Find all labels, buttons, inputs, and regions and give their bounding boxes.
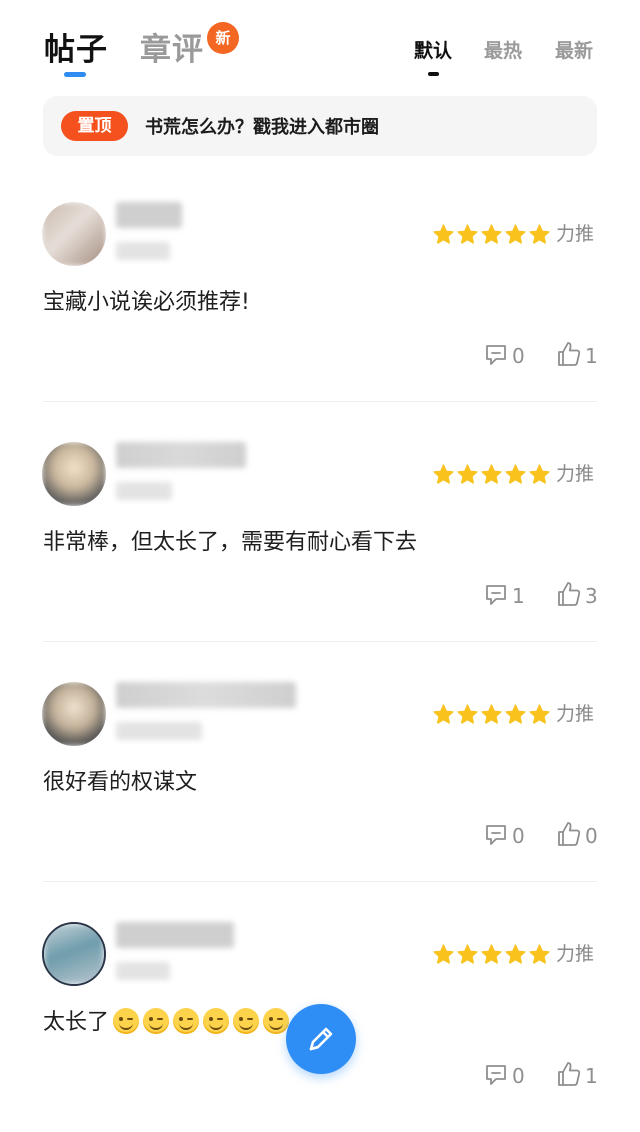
active-tab-indicator [64,72,86,77]
user-meta-blurred [116,722,202,740]
reply-count: 0 [512,344,525,368]
thumbs-up-icon[interactable] [556,580,582,608]
comment-item: 力推 非常棒，但太长了，需要有耐心看下去 1 3 [0,412,640,652]
comment-bubble-icon[interactable] [483,342,509,368]
like-count: 1 [585,1064,598,1088]
user-meta-blurred [116,242,170,260]
reply-count: 1 [512,584,525,608]
divider [43,401,597,402]
sort-default[interactable]: 默认 [414,36,452,63]
compose-button[interactable] [286,1004,356,1074]
star-icon [432,223,455,246]
like-count: 1 [585,344,598,368]
pencil-icon [309,1027,333,1051]
comment-text: 非常棒，但太长了，需要有耐心看下去 [43,530,418,555]
comment-item: 力推 宝藏小说诶必须推荐! 0 1 [0,172,640,412]
username-blurred[interactable] [116,442,246,468]
comment-bubble-icon[interactable] [483,582,509,608]
avatar[interactable] [42,442,106,506]
star-rating [432,223,551,247]
emoji-row [109,1008,290,1035]
username-blurred[interactable] [116,202,182,228]
thumbs-up-icon[interactable] [556,340,582,368]
sort-newest[interactable]: 最新 [555,36,593,63]
rating-label: 力推 [556,463,595,485]
star-icon [504,703,527,726]
star-icon [480,943,503,966]
pinned-post-banner[interactable]: 置顶 书荒怎么办？戳我进入都市圈 [43,96,597,156]
wink-emoji-icon [263,1008,290,1034]
comment-text: 太长了 [43,1010,110,1035]
wink-emoji-icon [203,1008,230,1034]
tab-chapter-reviews[interactable]: 章评 [140,24,204,69]
comment-bubble-icon[interactable] [483,822,509,848]
star-icon [456,703,479,726]
user-meta-blurred [116,962,170,980]
wink-emoji-icon [173,1008,200,1034]
star-icon [528,943,551,966]
like-count: 0 [585,824,598,848]
new-badge: 新 [207,22,239,54]
divider [43,641,597,642]
sort-hot[interactable]: 最热 [484,36,522,63]
star-rating [432,943,551,967]
rating-label: 力推 [556,223,595,245]
active-sort-indicator [428,72,439,76]
star-icon [480,463,503,486]
star-icon [504,463,527,486]
star-icon [528,703,551,726]
username-blurred[interactable] [116,922,234,948]
star-icon [456,463,479,486]
avatar[interactable] [42,202,106,266]
rating-label: 力推 [556,703,595,725]
avatar[interactable] [42,922,106,986]
thumbs-up-icon[interactable] [556,820,582,848]
star-rating [432,463,551,487]
star-icon [432,463,455,486]
reply-count: 0 [512,1064,525,1088]
comment-text-container: 太长了 [43,1004,290,1036]
rating-label: 力推 [556,943,595,965]
avatar[interactable] [42,682,106,746]
wink-emoji-icon [233,1008,260,1034]
star-icon [432,943,455,966]
star-icon [504,943,527,966]
wink-emoji-icon [143,1008,170,1034]
comment-text: 宝藏小说诶必须推荐! [43,290,250,315]
star-icon [480,703,503,726]
star-icon [432,703,455,726]
star-icon [480,223,503,246]
star-rating [432,703,551,727]
pinned-text: 书荒怎么办？戳我进入都市圈 [145,117,379,138]
username-blurred[interactable] [116,682,296,708]
star-icon [504,223,527,246]
comment-item: 力推 很好看的权谋文 0 0 [0,652,640,892]
tab-posts[interactable]: 帖子 [44,24,108,69]
reply-count: 0 [512,824,525,848]
star-icon [456,223,479,246]
like-count: 3 [585,584,598,608]
user-meta-blurred [116,482,172,500]
comment-bubble-icon[interactable] [483,1062,509,1088]
pinned-tag: 置顶 [61,111,128,141]
comment-text: 很好看的权谋文 [43,770,198,795]
star-icon [528,463,551,486]
wink-emoji-icon [113,1008,140,1034]
thumbs-up-icon[interactable] [556,1060,582,1088]
divider [43,881,597,882]
star-icon [456,943,479,966]
header-tabs: 帖子 章评 新 默认 最热 最新 [0,0,640,96]
star-icon [528,223,551,246]
